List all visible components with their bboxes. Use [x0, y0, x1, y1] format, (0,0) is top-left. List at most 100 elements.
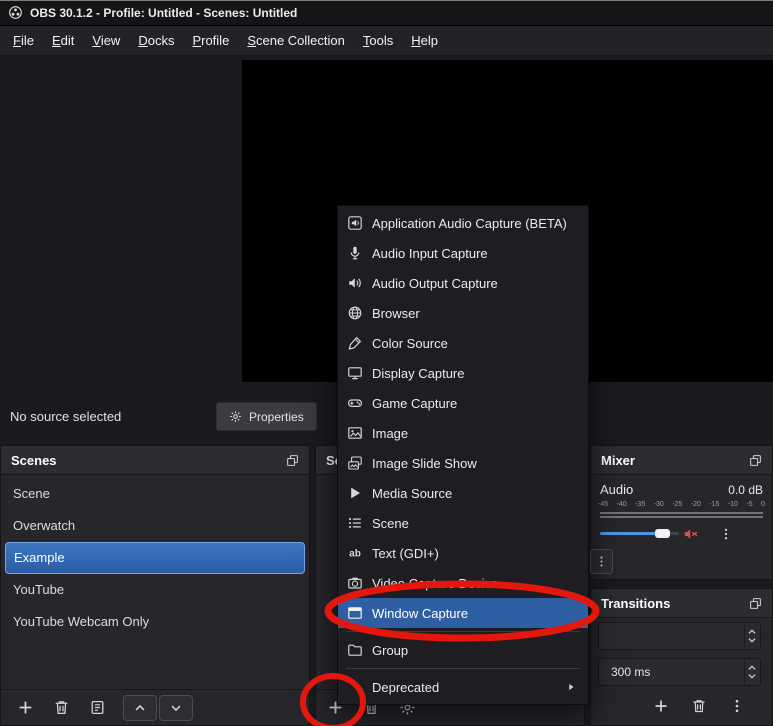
meter-tick: -45 — [598, 501, 609, 508]
menubar-item-file[interactable]: File — [4, 26, 43, 55]
trash-icon — [53, 699, 70, 716]
transitions-panel-title: Transitions — [601, 595, 671, 611]
volume-fill — [600, 532, 662, 535]
mute-button[interactable] — [683, 526, 699, 542]
move-scene-up-button[interactable] — [123, 694, 157, 721]
transition-select[interactable] — [598, 622, 761, 650]
scene-item[interactable]: Example — [5, 542, 305, 574]
add-source-menu-item[interactable]: Color Source — [338, 328, 588, 358]
meter-tick: -15 — [709, 501, 720, 508]
meter-tick: -30 — [653, 501, 664, 508]
properties-button-label: Properties — [249, 409, 304, 424]
menu-item-label: Image — [372, 425, 409, 441]
camera-icon — [347, 575, 363, 591]
add-source-menu-item[interactable]: Video Capture Device — [338, 568, 588, 598]
image-icon — [347, 425, 363, 441]
add-source-menu-item[interactable]: Audio Input Capture — [338, 238, 588, 268]
chevron-up-icon — [133, 701, 147, 715]
add-source-menu-item[interactable]: Window Capture — [338, 598, 588, 628]
menu-item-label: Group — [372, 642, 409, 658]
transitions-panel-header: Transitions — [591, 589, 772, 618]
add-transition-button[interactable] — [652, 696, 670, 716]
menu-item-label: Game Capture — [372, 395, 458, 411]
menubar-item-docks[interactable]: Docks — [129, 26, 183, 55]
move-scene-down-button[interactable] — [159, 694, 193, 721]
add-source-menu-item[interactable]: Media Source — [338, 478, 588, 508]
popout-icon[interactable] — [749, 454, 762, 467]
scenes-toolbar — [1, 689, 309, 725]
speaker-icon — [347, 275, 363, 291]
menubar-item-help[interactable]: Help — [402, 26, 447, 55]
plus-icon — [17, 699, 34, 716]
popout-icon[interactable] — [749, 597, 762, 610]
globe-icon — [347, 305, 363, 321]
add-source-menu-item[interactable]: Game Capture — [338, 388, 588, 418]
add-source-menu-item[interactable]: Browser — [338, 298, 588, 328]
application-audio-capture-icon — [347, 215, 363, 231]
gear-icon — [229, 410, 242, 423]
meter-tick: -40 — [616, 501, 627, 508]
menu-item-label: Media Source — [372, 485, 453, 501]
text-ab-icon: ab — [347, 545, 363, 561]
volume-slider[interactable] — [600, 529, 679, 538]
window-title: OBS 30.1.2 - Profile: Untitled - Scenes:… — [30, 5, 298, 20]
menubar-item-profile[interactable]: Profile — [183, 26, 238, 55]
add-scene-button[interactable] — [15, 697, 35, 719]
volume-handle[interactable] — [655, 529, 670, 538]
menu-separator — [346, 668, 580, 669]
transitions-toolbar — [591, 693, 772, 719]
menu-item-label: Color Source — [372, 335, 448, 351]
menubar-item-edit[interactable]: Edit — [43, 26, 83, 55]
menu-item-label: Image Slide Show — [372, 455, 477, 471]
spinner-updown-icon[interactable] — [744, 624, 759, 648]
scenes-panel: Scenes Scene Overwatch Example YouTube YouTu… — [0, 445, 310, 726]
volume-meter — [600, 512, 763, 514]
menubar-item-scene-collection[interactable]: Scene Collection — [238, 26, 354, 55]
volume-meter-2 — [600, 516, 763, 518]
add-source-menu-item[interactable]: Audio Output Capture — [338, 268, 588, 298]
add-source-menu-item[interactable]: ab Text (GDI+) — [338, 538, 588, 568]
menubar: File Edit View Docks Profile Scene Collection… — [0, 26, 773, 56]
menubar-item-tools[interactable]: Tools — [354, 26, 402, 55]
microphone-icon — [347, 245, 363, 261]
add-source-menu-item[interactable]: Image Slide Show — [338, 448, 588, 478]
scene-item[interactable]: YouTube Webcam Only — [1, 606, 309, 638]
scene-item[interactable]: Scene — [1, 478, 309, 510]
transition-duration[interactable]: 300 ms — [598, 658, 761, 686]
add-source-menu-item[interactable]: Image — [338, 418, 588, 448]
spinner-updown-icon[interactable] — [744, 660, 759, 684]
scene-item[interactable]: YouTube — [1, 574, 309, 606]
scene-item[interactable]: Overwatch — [1, 510, 309, 542]
scene-filters-button[interactable] — [87, 697, 107, 719]
meter-tick: -25 — [672, 501, 683, 508]
submenu-arrow-icon — [564, 680, 578, 694]
audio-options-button[interactable] — [719, 527, 733, 541]
remove-transition-button[interactable] — [690, 696, 708, 716]
duration-value: 300 ms — [611, 665, 651, 679]
menu-item-label: Scene — [372, 515, 409, 531]
popout-icon[interactable] — [286, 454, 299, 467]
properties-button[interactable]: Properties — [216, 402, 317, 431]
folder-icon — [347, 642, 363, 658]
add-source-menu-item[interactable]: Display Capture — [338, 358, 588, 388]
remove-scene-button[interactable] — [51, 697, 71, 719]
mixer-options-button[interactable] — [590, 549, 613, 574]
dots-vertical-icon — [595, 555, 608, 568]
menu-separator — [346, 631, 580, 632]
meter-tick: 0 — [761, 501, 765, 508]
scenes-panel-header: Scenes — [1, 446, 309, 475]
add-source-menu-item[interactable]: Application Audio Capture (BETA) — [338, 208, 588, 238]
meter-ticks: -45 -40 -35 -30 -25 -20 -15 -10 -5 0 — [591, 497, 772, 509]
chevron-down-icon — [169, 701, 183, 715]
transition-properties-button[interactable] — [728, 696, 746, 716]
add-source-menu-item[interactable]: Scene — [338, 508, 588, 538]
scene-list: Scene Overwatch Example YouTube YouTube Webc… — [1, 475, 309, 689]
slideshow-icon — [347, 455, 363, 471]
window-icon — [347, 605, 363, 621]
none — [347, 679, 363, 695]
mixer-level-db: 0.0 dB — [728, 482, 763, 497]
add-source-menu-item[interactable]: Group — [338, 635, 588, 665]
add-source-menu-item[interactable]: Deprecated — [338, 672, 588, 702]
menubar-item-view[interactable]: View — [83, 26, 129, 55]
mixer-channel-name: Audio — [600, 482, 634, 497]
